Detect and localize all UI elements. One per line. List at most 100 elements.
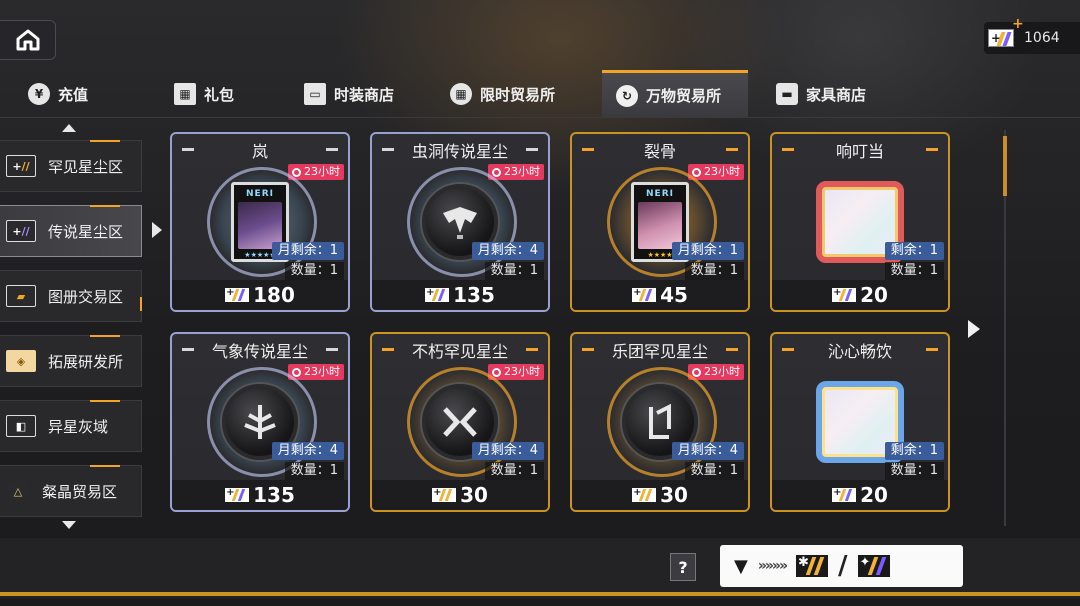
accent-line — [140, 297, 142, 311]
sidebar-item-label: 异星灰域 — [48, 417, 109, 436]
next-page-icon[interactable] — [968, 320, 980, 338]
monthly-remaining: 月剩余：4 — [271, 442, 344, 460]
holo-dust-icon: + — [225, 487, 250, 502]
price-bar: + 30 — [372, 480, 548, 510]
accent-line — [90, 140, 120, 142]
sidebar-item-album-trade[interactable]: ▰ 图册交易区 — [0, 270, 142, 322]
item-quantity: 数量：1 — [284, 262, 344, 280]
sidebar-item-label: 罕见星尘区 — [48, 157, 124, 176]
shop-card[interactable]: 不朽罕见星尘 23小时 月剩余：4 数量：1 + 30 — [370, 332, 550, 512]
dust-exchange-button[interactable]: ▼ »»»» ✱ / ✦ — [720, 545, 963, 587]
bottom-accent-line — [0, 592, 1080, 596]
rare-dust-currency-icon: + — [632, 487, 657, 502]
holo-dust-icon: + — [425, 287, 450, 302]
tab-label: 时装商店 — [334, 85, 395, 104]
currency-amount: 1064 — [1024, 30, 1060, 46]
sidebar-scroll-up-icon[interactable] — [62, 124, 76, 132]
shop-card[interactable]: 岚 23小时 NERI ★★★★★ 月剩余：1 数量：1 + 180 — [170, 132, 350, 312]
price-value: 30 — [660, 483, 688, 507]
timer-badge: 23小时 — [688, 164, 744, 180]
timer-text: 23小时 — [504, 165, 540, 178]
shop-card[interactable]: 裂骨 23小时 NERI ★★★★ 月剩余：1 数量：1 + 45 — [570, 132, 750, 312]
sidebar-item-label: 粲晶贸易区 — [42, 482, 118, 501]
item-quantity: 数量：1 — [484, 262, 544, 280]
holo-dust-icon: + — [632, 287, 657, 302]
shop-card[interactable]: 虫洞传说星尘 23小时 月剩余：4 数量：1 + 135 — [370, 132, 550, 312]
price-value: 135 — [453, 283, 495, 307]
sidebar-item-rare-dust[interactable]: +// 罕见星尘区 — [0, 140, 142, 192]
timer-text: 23小时 — [304, 365, 340, 378]
card-title: 虫洞传说星尘 — [411, 142, 508, 161]
home-icon — [16, 29, 39, 51]
tab-furniture-shop[interactable]: ▬ 家具商店 — [762, 70, 880, 118]
clock-icon — [492, 367, 501, 377]
timer-badge: 23小时 — [488, 364, 544, 380]
rare-dust-currency-icon: + — [432, 487, 457, 502]
clock-icon — [292, 167, 301, 177]
album-icon: ▰ — [6, 285, 36, 307]
shop-card[interactable]: 气象传说星尘 23小时 月剩余：4 数量：1 + 135 — [170, 332, 350, 512]
price-value: 20 — [860, 283, 888, 307]
tab-label: 礼包 — [204, 85, 235, 104]
scrollbar-thumb[interactable] — [1003, 136, 1007, 196]
tab-universal-trade[interactable]: ↻ 万物贸易所 — [602, 70, 748, 118]
timer-text: 23小时 — [304, 165, 340, 178]
clock-icon — [292, 367, 301, 377]
monthly-remaining: 月剩余：4 — [671, 442, 744, 460]
triangle-icon: △ — [6, 480, 30, 502]
price-bar: + 30 — [572, 480, 748, 510]
currency-display[interactable]: + + 1064 — [984, 16, 1080, 54]
sidebar-item-crystal-trade[interactable]: △ 粲晶贸易区 — [0, 465, 142, 517]
price-value: 20 — [860, 483, 888, 507]
accent-line — [90, 335, 120, 337]
clock-icon — [692, 367, 701, 377]
card-title: 响叮当 — [835, 142, 884, 161]
timer-badge: 23小时 — [288, 164, 344, 180]
holo-dust-icon: + — [832, 487, 857, 502]
home-button[interactable] — [0, 20, 56, 60]
price-bar: + 20 — [772, 280, 948, 310]
tab-recharge[interactable]: ¥ 充值 — [14, 70, 102, 118]
sidebar-item-expansion-lab[interactable]: ◈ 拓展研发所 — [0, 335, 142, 387]
remaining-count: 剩余：1 — [884, 442, 944, 460]
monthly-remaining: 月剩余：1 — [271, 242, 344, 260]
item-quantity: 数量：1 — [284, 462, 344, 480]
timer-text: 23小时 — [704, 165, 740, 178]
tab-fashion-shop[interactable]: ▭ 时装商店 — [290, 70, 408, 118]
help-button[interactable]: ? — [670, 553, 696, 581]
holo-dust-icon: + — [225, 287, 250, 302]
card-title: 裂骨 — [643, 142, 676, 161]
grid-icon: ▦ — [450, 83, 472, 105]
card-title: 不朽罕见星尘 — [411, 342, 508, 361]
tab-gift[interactable]: ▦ 礼包 — [160, 70, 248, 118]
yen-icon: ¥ — [28, 83, 50, 105]
holo-dust-icon: + — [832, 287, 857, 302]
item-quantity: 数量：1 — [484, 462, 544, 480]
sidebar-item-alien-gray-zone[interactable]: ◧ 异星灰域 — [0, 400, 142, 452]
price-bar: + 45 — [572, 280, 748, 310]
accent-line — [90, 205, 120, 207]
card-title: 乐团罕见星尘 — [611, 342, 708, 361]
sidebar-item-label: 拓展研发所 — [48, 352, 124, 371]
price-bar: + 135 — [372, 280, 548, 310]
shop-card[interactable]: 乐团罕见星尘 23小时 月剩余：4 数量：1 + 30 — [570, 332, 750, 512]
timer-text: 23小时 — [704, 365, 740, 378]
sidebar-item-legend-dust[interactable]: +// 传说星尘区 — [0, 205, 142, 257]
shop-card[interactable]: 响叮当 剩余：1 数量：1 + 20 — [770, 132, 950, 312]
timer-text: 23小时 — [504, 365, 540, 378]
sidebar-scroll-down-icon[interactable] — [62, 521, 76, 529]
tabs-divider — [0, 117, 1080, 118]
item-quantity: 数量：1 — [684, 262, 744, 280]
monthly-remaining: 月剩余：4 — [471, 442, 544, 460]
shop-card[interactable]: 沁心畅饮 剩余：1 数量：1 + 20 — [770, 332, 950, 512]
tab-limited-trade[interactable]: ▦ 限时贸易所 — [436, 70, 569, 118]
card-icon: ▭ — [304, 83, 326, 105]
monthly-remaining: 月剩余：1 — [671, 242, 744, 260]
timer-badge: 23小时 — [288, 364, 344, 380]
clock-icon — [492, 167, 501, 177]
accent-line — [90, 400, 120, 402]
price-value: 45 — [660, 283, 688, 307]
sofa-icon: ▬ — [776, 83, 798, 105]
gift-icon: ▦ — [174, 83, 196, 105]
add-currency-icon[interactable]: + — [1012, 16, 1024, 32]
